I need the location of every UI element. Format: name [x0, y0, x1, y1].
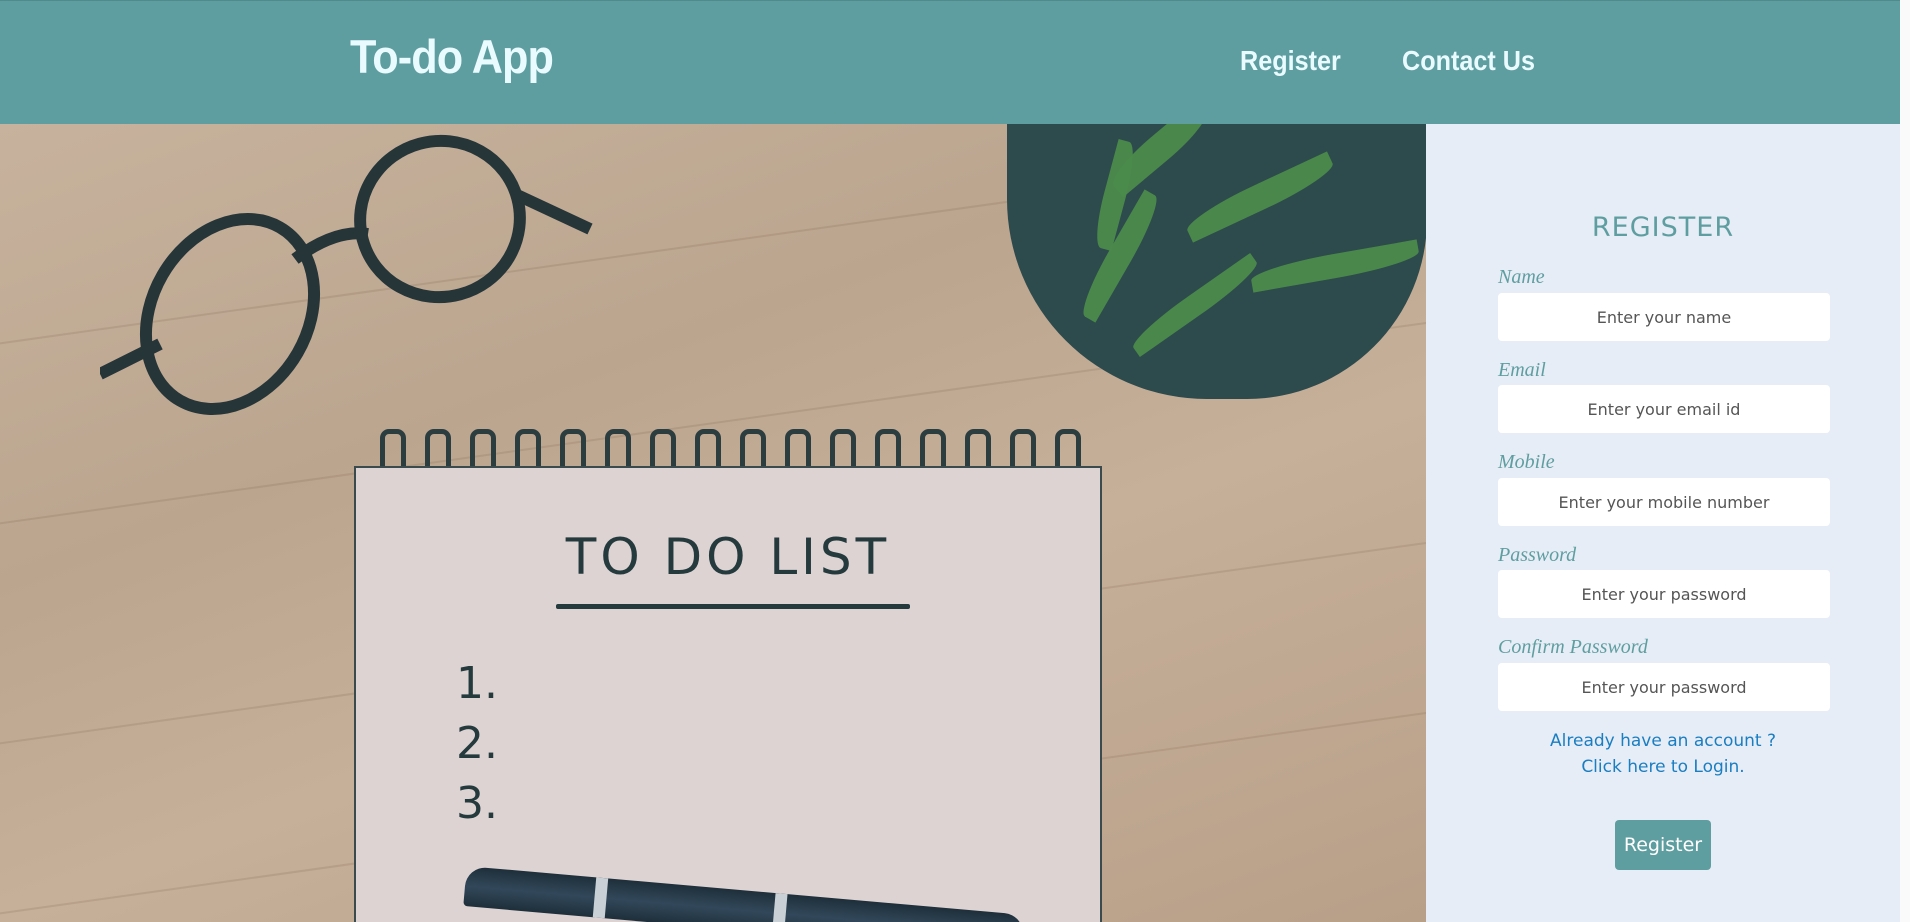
pen-band	[592, 877, 609, 919]
email-label: Email	[1498, 359, 1546, 381]
nav-register-link[interactable]: Register	[1240, 45, 1341, 77]
notebook-list-number: 3.	[456, 778, 498, 829]
brand-logo[interactable]: To-do App	[350, 29, 554, 84]
mobile-input[interactable]	[1498, 478, 1830, 526]
notebook-title: TO DO LIST	[565, 528, 891, 586]
top-navbar: To-do App Register Contact Us	[0, 0, 1900, 125]
password-input[interactable]	[1498, 570, 1830, 618]
nav-contact-us-link[interactable]: Contact Us	[1402, 45, 1535, 77]
confirm-password-label: Confirm Password	[1498, 636, 1648, 658]
register-panel: REGISTER Name Email Mobile Password Conf…	[1426, 124, 1900, 922]
hero-image: TO DO LIST 1. 2. 3.	[0, 124, 1426, 922]
register-title: REGISTER	[1591, 212, 1735, 243]
main-nav: Register Contact Us	[1240, 45, 1550, 77]
app-root: To-do App Register Contact Us TO DO LIST…	[0, 0, 1900, 922]
password-label: Password	[1498, 544, 1577, 566]
notebook-list-number: 2.	[456, 718, 498, 769]
notebook-illustration: TO DO LIST 1. 2. 3.	[354, 466, 1102, 922]
notebook-list-number: 1.	[456, 658, 498, 709]
email-input[interactable]	[1498, 385, 1830, 433]
pen-band	[772, 893, 788, 922]
window-scrollbar[interactable]	[1900, 0, 1910, 922]
notebook-title-underline	[556, 604, 910, 609]
confirm-password-input[interactable]	[1498, 663, 1830, 711]
register-submit-button[interactable]: Register	[1615, 820, 1711, 870]
login-link-line-2[interactable]: Click here to Login.	[1426, 754, 1900, 780]
login-link-line-1[interactable]: Already have an account ?	[1426, 728, 1900, 754]
name-input[interactable]	[1498, 293, 1830, 341]
name-label: Name	[1498, 266, 1545, 288]
login-link[interactable]: Already have an account ? Click here to …	[1426, 728, 1900, 780]
mobile-label: Mobile	[1498, 451, 1555, 473]
eyeglasses-illustration	[100, 134, 593, 415]
